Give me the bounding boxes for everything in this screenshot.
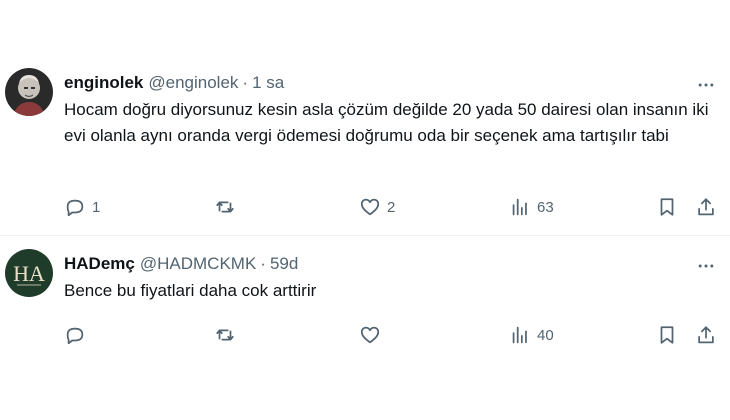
view-count: 63	[537, 198, 554, 216]
views-icon	[512, 198, 527, 216]
display-name[interactable]: enginolek	[64, 73, 143, 93]
views-button[interactable]: 40	[509, 323, 554, 347]
reply-button[interactable]	[64, 323, 92, 347]
tweet-header: HADemç @HADMCKMK · 59d	[64, 252, 298, 276]
more-button[interactable]	[694, 254, 718, 278]
bookmark-icon	[660, 198, 674, 216]
share-icon	[698, 326, 714, 344]
more-horizontal-icon	[698, 264, 714, 268]
like-button[interactable]	[359, 323, 387, 347]
like-count: 2	[387, 198, 396, 216]
avatar[interactable]: HA	[5, 249, 53, 297]
retweet-icon	[216, 201, 234, 213]
separator-dot: ·	[242, 73, 249, 92]
like-button[interactable]: 2	[359, 195, 395, 219]
share-icon	[698, 198, 714, 216]
portrait-photo-icon	[5, 68, 53, 116]
more-button[interactable]	[694, 73, 718, 97]
view-count: 40	[537, 326, 554, 344]
views-icon	[512, 326, 527, 344]
user-handle[interactable]: @HADMCKMK	[140, 254, 256, 274]
tweet-text: Hocam doğru diyorsunuz kesin asla çözüm …	[64, 100, 709, 145]
tweet[interactable]: enginolek @enginolek · 1 sa Hocam doğru …	[0, 55, 730, 235]
tweet-actions: 40	[64, 323, 722, 347]
reply-count: 1	[92, 198, 101, 216]
views-button[interactable]: 63	[509, 195, 554, 219]
tweet-text: Bence bu fiyatlari daha cok arttirir	[64, 281, 317, 300]
retweet-button[interactable]	[214, 323, 242, 347]
tweet[interactable]: HA HADemç @HADMCKMK · 59d Bence bu fiyat…	[0, 236, 730, 356]
timestamp[interactable]: 1 sa	[252, 73, 284, 93]
heart-icon	[360, 326, 380, 344]
reply-button[interactable]: 1	[64, 195, 100, 219]
ha-monogram-icon: HA	[5, 249, 53, 297]
avatar-monogram: HA	[13, 261, 45, 286]
retweet-button[interactable]	[214, 195, 242, 219]
share-button[interactable]	[695, 195, 717, 219]
user-handle[interactable]: @enginolek	[148, 73, 238, 93]
share-button[interactable]	[695, 323, 717, 347]
display-name[interactable]: HADemç	[64, 254, 135, 274]
tweet-actions: 1 2 63	[64, 195, 722, 219]
separator-dot: ·	[260, 254, 266, 273]
reply-icon	[66, 199, 84, 217]
bookmark-button[interactable]	[656, 195, 678, 219]
bookmark-button[interactable]	[656, 323, 678, 347]
heart-icon	[360, 198, 380, 216]
tweet-header: enginolek @enginolek · 1 sa	[64, 71, 284, 95]
reply-icon	[66, 327, 84, 345]
timestamp[interactable]: 59d	[270, 254, 298, 274]
avatar[interactable]	[5, 68, 53, 116]
bookmark-icon	[660, 326, 674, 344]
retweet-icon	[216, 329, 234, 341]
more-horizontal-icon	[698, 83, 714, 87]
